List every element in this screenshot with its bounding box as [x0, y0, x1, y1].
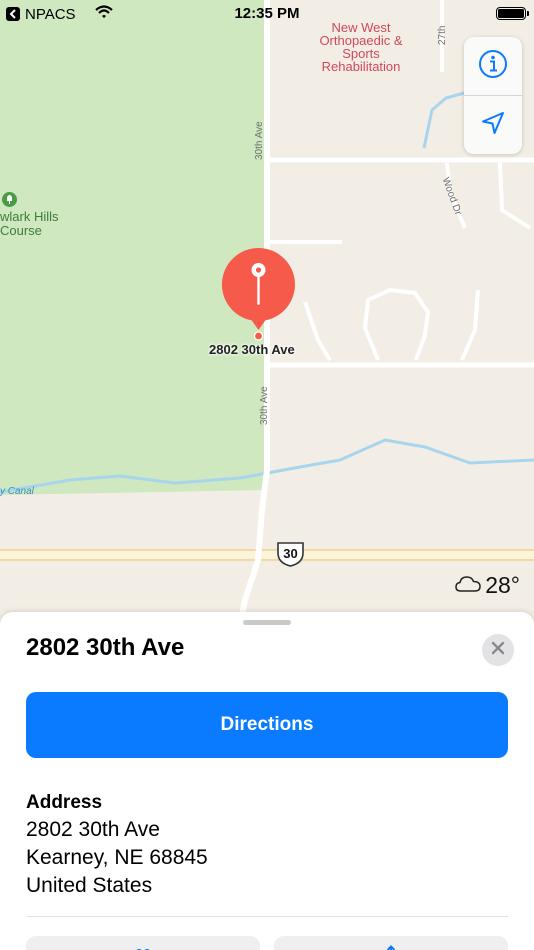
poi-label[interactable]: New West Orthopaedic & Sports Rehabilita… [312, 21, 410, 73]
street-label-30th-bottom: 30th Ave [259, 386, 270, 425]
share-icon [384, 942, 398, 950]
sheet-grabber[interactable] [243, 620, 291, 625]
highway-shield: 30 [276, 541, 305, 567]
contacts-icon [128, 942, 158, 950]
cloud-icon [455, 572, 481, 599]
canal-label: y Canal [0, 486, 34, 497]
battery-fill [498, 9, 524, 18]
address-line-street[interactable]: 2802 30th Ave [26, 818, 160, 842]
directions-button[interactable]: Directions [26, 692, 508, 758]
address-heading: Address [26, 792, 103, 813]
close-button[interactable] [482, 634, 514, 666]
location-arrow-icon [480, 110, 506, 141]
add-contact-button[interactable] [26, 936, 260, 950]
highway-number: 30 [283, 546, 298, 561]
park-icon[interactable] [2, 192, 17, 207]
temperature: 28° [485, 572, 520, 598]
share-button[interactable] [274, 936, 508, 950]
street-label-30th-top: 30th Ave [254, 121, 265, 160]
info-button[interactable] [464, 37, 522, 95]
info-icon [478, 49, 508, 84]
battery-nub [527, 11, 529, 16]
address-line-city[interactable]: Kearney, NE 68845 [26, 846, 208, 870]
park-label[interactable]: wlark Hills Course [0, 210, 59, 238]
sheet-divider [26, 916, 508, 917]
street-label-27th: 27th [437, 25, 448, 45]
place-card-sheet: 2802 30th Ave Directions Address 2802 30… [0, 612, 534, 950]
battery-icon [496, 7, 526, 20]
address-line-country[interactable]: United States [26, 874, 152, 898]
status-bar: NPACS 12:35 PM [0, 0, 534, 28]
location-pin[interactable] [220, 246, 297, 341]
status-time: 12:35 PM [234, 5, 300, 22]
pin-label[interactable]: 2802 30th Ave [209, 342, 295, 357]
map-view[interactable]: New West Orthopaedic & Sports Rehabilita… [0, 0, 534, 640]
current-location-button[interactable] [464, 96, 522, 154]
weather-indicator: 28° [455, 572, 520, 599]
map-controls [464, 37, 522, 154]
close-icon [491, 641, 505, 660]
place-title: 2802 30th Ave [26, 634, 185, 661]
